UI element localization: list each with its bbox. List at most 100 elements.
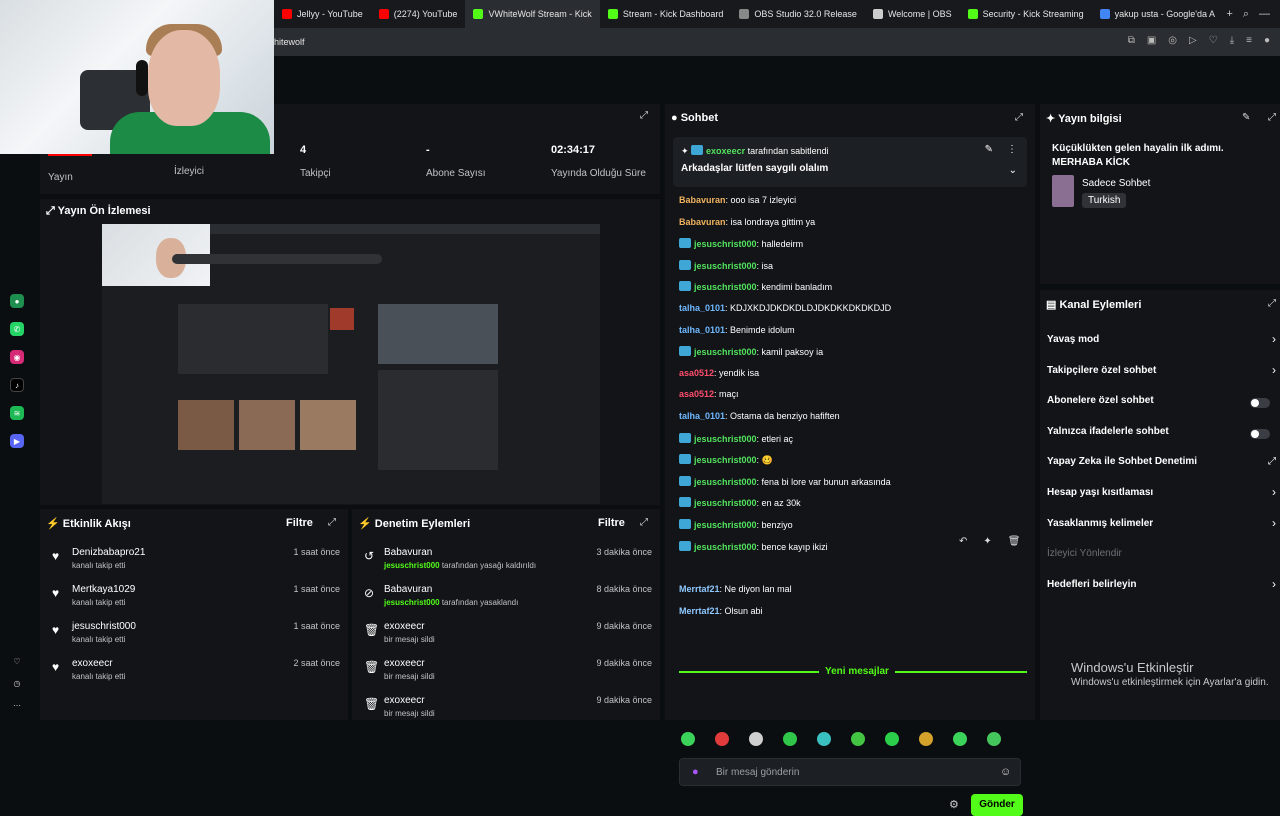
expand-icon[interactable]: ⤢	[1268, 298, 1276, 309]
chat-username[interactable]: Merrtaf21	[679, 606, 720, 616]
channel-action-item[interactable]: Yavaş mod ›	[1040, 332, 1280, 350]
moderation-target[interactable]: Babavuran	[384, 584, 432, 595]
moderation-target[interactable]: exoxeecr	[384, 695, 425, 706]
chat-username[interactable]: Babavuran	[679, 195, 726, 205]
browser-tab[interactable]: Welcome | OBS	[865, 0, 960, 28]
expand-icon[interactable]: ⤢	[640, 110, 648, 121]
chat-message[interactable]: jesuschrist000: 🥴	[679, 454, 773, 466]
channel-action-item[interactable]: İzleyici Yönlendir	[1040, 548, 1280, 564]
moderation-target[interactable]: Babavuran	[384, 547, 432, 558]
minimize-icon[interactable]: —	[1259, 8, 1270, 21]
emote-icon[interactable]	[681, 732, 695, 746]
pin-menu-icon[interactable]: ⋮	[1007, 144, 1017, 155]
chat-message[interactable]: Merrtaf21: Olsun abi	[679, 606, 763, 616]
channel-action-item[interactable]: Hedefleri belirleyin ›	[1040, 577, 1280, 595]
chat-username[interactable]: Babavuran	[679, 217, 726, 227]
toggle-switch[interactable]	[1250, 398, 1270, 409]
expand-icon[interactable]: ⤢	[1268, 112, 1276, 123]
unpin-icon[interactable]: ✎	[985, 144, 993, 155]
chat-username[interactable]: jesuschrist000	[694, 477, 757, 487]
chat-message[interactable]: Babavuran: ooo isa 7 izleyici	[679, 195, 796, 205]
emote-icon[interactable]	[987, 732, 1001, 746]
screenshot-icon[interactable]: ▣	[1147, 35, 1156, 46]
emote-icon[interactable]	[885, 732, 899, 746]
channel-action-item[interactable]: Hesap yaşı kısıtlaması ›	[1040, 485, 1280, 503]
channel-action-item[interactable]: Yalnızca ifadelerle sohbet	[1040, 426, 1280, 442]
browser-tab[interactable]: Security - Kick Streaming	[960, 0, 1092, 28]
browser-tab[interactable]: OBS Studio 32.0 Release	[731, 0, 865, 28]
chat-message[interactable]: jesuschrist000: kamil paksoy ia	[679, 346, 823, 357]
chat-username[interactable]: jesuschrist000	[694, 542, 757, 552]
whatsapp-icon[interactable]: ✆	[10, 322, 24, 336]
chat-username[interactable]: jesuschrist000	[694, 261, 757, 271]
chat-username[interactable]: talha_0101	[679, 303, 725, 313]
emote-icon[interactable]	[783, 732, 797, 746]
emote-icon[interactable]	[851, 732, 865, 746]
edit-icon[interactable]: ✎	[1242, 112, 1250, 123]
moderation-actor[interactable]: jesuschrist000	[384, 598, 440, 607]
emote-icon[interactable]	[817, 732, 831, 746]
heart-icon[interactable]: ♡	[10, 654, 24, 668]
instagram-icon[interactable]: ◉	[10, 350, 24, 364]
emote-icon[interactable]	[953, 732, 967, 746]
chat-message[interactable]: Babavuran: isa londraya gittim ya	[679, 217, 815, 227]
download-icon[interactable]: ⤓	[1230, 35, 1234, 46]
settings-icon[interactable]: ⚙	[949, 798, 959, 811]
channel-action-item[interactable]: Yasaklanmış kelimeler ›	[1040, 516, 1280, 534]
browser-tab[interactable]: Stream - Kick Dashboard	[600, 0, 732, 28]
more-icon[interactable]: ⋯	[10, 698, 24, 712]
chat-message[interactable]: asa0512: yendik isa	[679, 368, 759, 378]
microphone-icon[interactable]: ●	[692, 766, 699, 778]
chat-message[interactable]: jesuschrist000: isa	[679, 259, 773, 271]
extension-icon[interactable]: ⧉	[1128, 35, 1135, 46]
chat-username[interactable]: jesuschrist000	[694, 498, 757, 508]
profile-icon[interactable]: ●	[1264, 35, 1270, 46]
activity-username[interactable]: jesuschrist000	[72, 621, 136, 632]
browser-tab[interactable]: VWhiteWolf Stream - Kick	[465, 0, 600, 28]
delete-icon[interactable]: 🗑	[1008, 536, 1021, 547]
moderation-target[interactable]: exoxeecr	[384, 658, 425, 669]
tiktok-icon[interactable]: ♪	[10, 378, 24, 392]
activity-filter-button[interactable]: Filtre	[286, 517, 313, 529]
play-icon[interactable]: ▷	[1189, 35, 1197, 46]
heart-icon[interactable]: ♡	[1209, 35, 1218, 46]
toggle-switch[interactable]	[1250, 428, 1270, 439]
moderation-filter-button[interactable]: Filtre	[598, 517, 625, 529]
emote-icon[interactable]	[919, 732, 933, 746]
chat-message[interactable]: talha_0101: Ostama da benziyo hafiften	[679, 411, 840, 421]
chat-message[interactable]: jesuschrist000: kendimi banladım	[679, 281, 832, 292]
channel-action-item[interactable]: Takipçilere özel sohbet ›	[1040, 363, 1280, 381]
chat-message[interactable]: jesuschrist000: fena bi lore var bunun a…	[679, 475, 891, 487]
chat-message[interactable]: jesuschrist000: bence kayıp ikizi	[679, 540, 828, 552]
activity-username[interactable]: Mertkaya1029	[72, 584, 135, 595]
chat-username[interactable]: jesuschrist000	[694, 282, 757, 292]
chat-username[interactable]: Merrtaf21	[679, 584, 720, 594]
chat-input[interactable]: ● Bir mesaj gönderin ☺	[679, 758, 1021, 786]
chat-username[interactable]: asa0512	[679, 368, 714, 378]
chat-message[interactable]: jesuschrist000: halledeirm	[679, 238, 803, 249]
chat-message[interactable]: asa0512: maçı	[679, 389, 739, 399]
reply-icon[interactable]: ↶	[959, 536, 967, 547]
chat-username[interactable]: jesuschrist000	[694, 347, 757, 357]
history-icon[interactable]: ◷	[10, 676, 24, 690]
activity-username[interactable]: exoxeecr	[72, 658, 113, 669]
chat-message[interactable]: jesuschrist000: en az 30k	[679, 497, 801, 508]
expand-icon[interactable]: ⤢	[1015, 112, 1023, 123]
browser-tab[interactable]: (2274) YouTube	[371, 0, 466, 28]
pin-message-icon[interactable]: ✦	[983, 536, 991, 547]
shield-icon[interactable]: ◎	[1168, 35, 1177, 46]
new-tab-icon[interactable]: +	[1226, 8, 1232, 21]
chat-message[interactable]: jesuschrist000: benziyo	[679, 519, 793, 530]
search-tabs-icon[interactable]: ⌕	[1243, 8, 1249, 21]
chat-username[interactable]: talha_0101	[679, 325, 725, 335]
chat-message[interactable]: talha_0101: Benimde idolum	[679, 325, 795, 335]
chat-username[interactable]: asa0512	[679, 389, 714, 399]
kick-icon[interactable]: ●	[10, 294, 24, 308]
media-player-icon[interactable]: ▶	[10, 434, 24, 448]
expand-icon[interactable]: ⤢	[640, 517, 648, 528]
moderation-target[interactable]: exoxeecr	[384, 621, 425, 632]
moderation-actor[interactable]: jesuschrist000	[384, 561, 440, 570]
chat-username[interactable]: jesuschrist000	[694, 455, 757, 465]
pinned-by-user[interactable]: exoxeecr	[706, 146, 745, 156]
chat-message[interactable]: talha_0101: KDJXKDJDKDKDLDJDKDKKDKDKDJD	[679, 303, 891, 313]
